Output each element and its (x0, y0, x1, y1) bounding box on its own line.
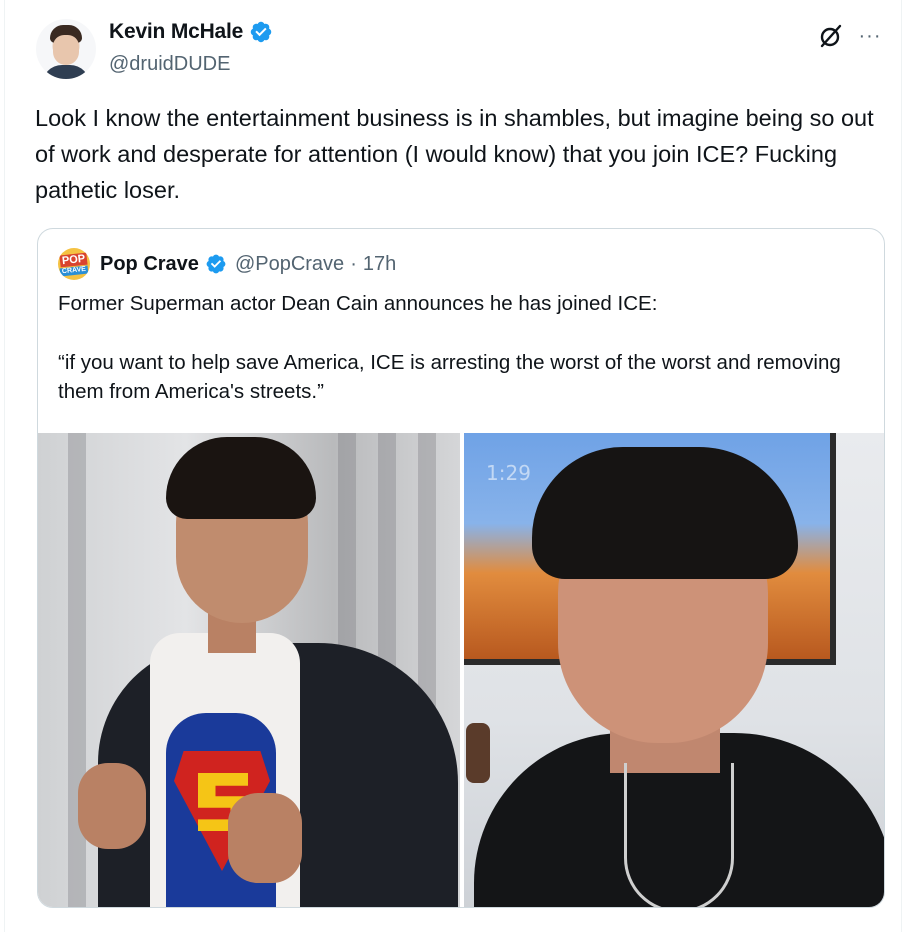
quoted-tweet[interactable]: POP CRAVE Pop Crave @PopCrave · 17h Form… (37, 228, 885, 908)
verified-badge-icon (250, 21, 272, 43)
quote-avatar[interactable]: POP CRAVE (58, 248, 90, 280)
quote-timestamp[interactable]: 17h (363, 253, 396, 276)
more-icon: ··· (858, 24, 882, 47)
author-avatar[interactable] (36, 19, 96, 79)
tweet-card: Kevin McHale @druidDUDE ··· Look I know … (4, 0, 902, 932)
avatar-shirt (42, 65, 90, 79)
author-name[interactable]: Kevin McHale (109, 20, 243, 44)
quote-paragraph-1: Former Superman actor Dean Cain announce… (58, 292, 658, 315)
quote-paragraph-2: “if you want to help save America, ICE i… (58, 351, 841, 403)
quote-header: POP CRAVE Pop Crave @PopCrave · 17h (58, 248, 396, 280)
author-name-row: Kevin McHale (109, 20, 273, 44)
quote-author-name[interactable]: Pop Crave (100, 253, 199, 276)
avatar-face (53, 35, 79, 65)
superman-photo[interactable] (38, 433, 460, 907)
grok-icon (820, 24, 842, 48)
logo-text-top: POP (59, 252, 89, 267)
quote-separator: · (350, 252, 357, 275)
verified-badge-icon (206, 254, 226, 274)
tv-clock: 1:29 (486, 461, 531, 485)
tweet-text: Look I know the entertainment business i… (35, 105, 874, 203)
quote-author-handle[interactable]: @PopCrave (235, 253, 344, 276)
quote-text: Former Superman actor Dean Cain announce… (58, 289, 858, 406)
quote-media: 1:29 (38, 433, 884, 907)
grok-button[interactable] (817, 22, 845, 50)
selfie-photo[interactable]: 1:29 (464, 433, 884, 907)
more-options-button[interactable]: ··· (855, 22, 885, 50)
author-handle[interactable]: @druidDUDE (109, 53, 230, 76)
